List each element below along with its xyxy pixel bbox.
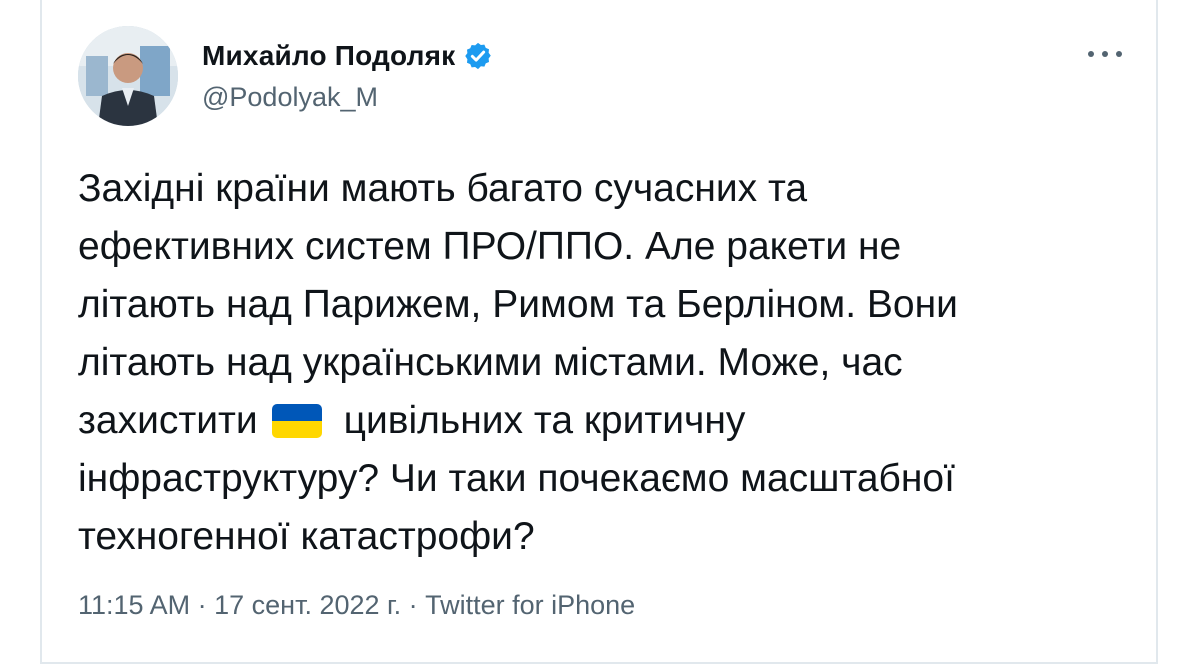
tweet-text: Західні країни мають багато сучасних та … (78, 160, 1138, 566)
tweet-text-segment: цивільних та критичну (343, 399, 746, 442)
tweet-text-segment: захистити (78, 399, 258, 442)
author-display-name[interactable]: Михайло Подоляк (202, 40, 455, 72)
tweet-date[interactable]: 17 сент. 2022 г. (214, 590, 401, 620)
more-dot (1116, 51, 1122, 57)
more-dot (1102, 51, 1108, 57)
tweet-source[interactable]: Twitter for iPhone (425, 590, 635, 620)
meta-separator: · (408, 590, 418, 620)
profile-photo-icon (78, 26, 178, 126)
tweet-text-line: ефективних систем ПРО/ППО. Але ракети не (78, 225, 902, 268)
ukraine-flag-icon (271, 404, 322, 438)
verified-badge-icon (465, 42, 492, 70)
tweet-text-line: техногенної катастрофи? (78, 515, 535, 558)
tweet-text-line: інфраструктуру? Чи таки почекаємо масшта… (78, 457, 955, 500)
author-handle[interactable]: @Podolyak_M (202, 82, 378, 113)
more-options-icon[interactable] (1088, 44, 1122, 64)
tweet-text-line: літають над українськими містами. Може, … (78, 341, 903, 384)
more-dot (1088, 51, 1094, 57)
tweet-text-line: Західні країни мають багато сучасних та (78, 167, 808, 210)
tweet-text-line: захистити цивільних та критичну (78, 392, 1138, 450)
tweet-meta: 11:15 AM · 17 сент. 2022 г. · Twitter fo… (78, 590, 635, 621)
tweet-text-line: літають над Парижем, Римом та Берліном. … (78, 283, 958, 326)
tweet-time[interactable]: 11:15 AM (78, 590, 190, 620)
author-avatar[interactable] (78, 26, 178, 126)
tweet-card: Михайло Подоляк @Podolyak_M Західні краї… (40, 0, 1158, 664)
author-name-row: Михайло Подоляк (202, 40, 493, 72)
meta-separator: · (197, 590, 207, 620)
